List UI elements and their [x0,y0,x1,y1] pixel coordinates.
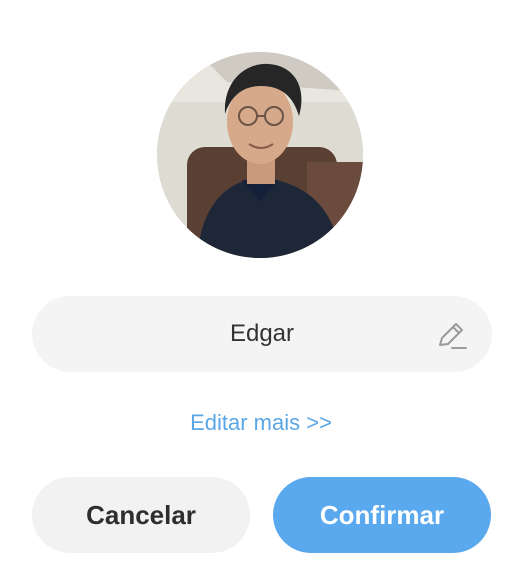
avatar[interactable] [157,52,363,258]
edit-more-link[interactable]: Editar mais >> [0,410,522,436]
name-field[interactable]: Edgar [32,296,492,372]
cancel-button[interactable]: Cancelar [32,477,250,553]
name-value: Edgar [229,320,295,347]
pencil-icon[interactable] [434,318,468,352]
confirm-button[interactable]: Confirmar [273,477,491,553]
profile-photo [157,52,363,258]
